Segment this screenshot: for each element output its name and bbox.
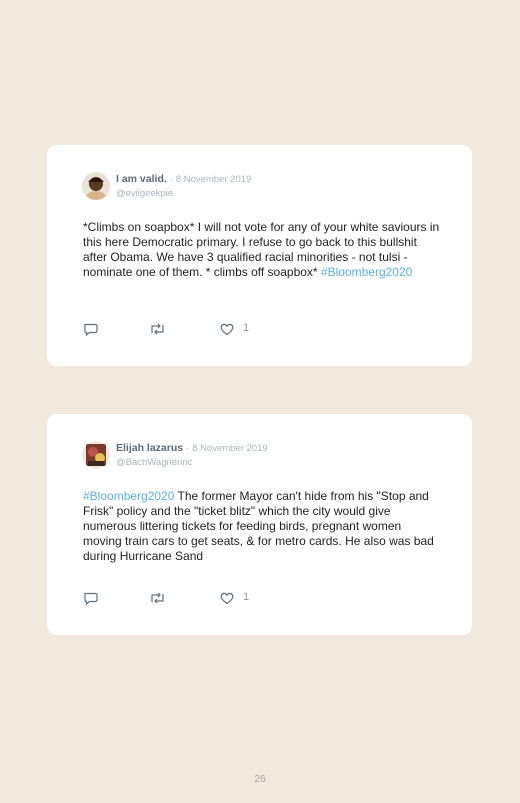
retweet-icon[interactable] bbox=[149, 590, 166, 606]
tweet-date[interactable]: 8 November 2019 bbox=[176, 174, 252, 185]
meta-separator: · bbox=[186, 443, 190, 454]
tweet-text: *Climbs on soapbox* I will not vote for … bbox=[83, 220, 443, 280]
author-handle[interactable]: @evilgeekpie bbox=[116, 188, 251, 199]
author-name[interactable]: Elijah lazarus bbox=[116, 442, 183, 454]
like-count: 1 bbox=[243, 591, 250, 603]
heart-icon[interactable] bbox=[219, 321, 235, 337]
tweet-actions: 1 bbox=[83, 321, 283, 339]
page-number: 26 bbox=[254, 774, 266, 785]
like-count: 1 bbox=[243, 322, 250, 334]
author-name[interactable]: I am valid. bbox=[116, 173, 167, 185]
meta-separator: · bbox=[169, 174, 173, 185]
tweet-actions: 1 bbox=[83, 590, 283, 608]
tweet-date[interactable]: 8 November 2019 bbox=[192, 443, 268, 454]
heart-icon[interactable] bbox=[219, 590, 235, 606]
tweet-card: Elijah lazarus · 8 November 2019 @BachWa… bbox=[47, 414, 472, 635]
tweet-card: I am valid. · 8 November 2019 @evilgeekp… bbox=[47, 145, 472, 366]
author-handle[interactable]: @BachWagnerinc bbox=[116, 457, 268, 468]
retweet-icon[interactable] bbox=[149, 321, 166, 337]
hashtag-link[interactable]: #Bloomberg2020 bbox=[83, 489, 174, 503]
reply-icon[interactable] bbox=[83, 590, 99, 606]
avatar[interactable] bbox=[82, 172, 110, 200]
reply-icon[interactable] bbox=[83, 321, 99, 337]
avatar[interactable] bbox=[82, 441, 110, 469]
tweet-text: #Bloomberg2020 The former Mayor can't hi… bbox=[83, 489, 443, 564]
hashtag-link[interactable]: #Bloomberg2020 bbox=[321, 265, 412, 279]
